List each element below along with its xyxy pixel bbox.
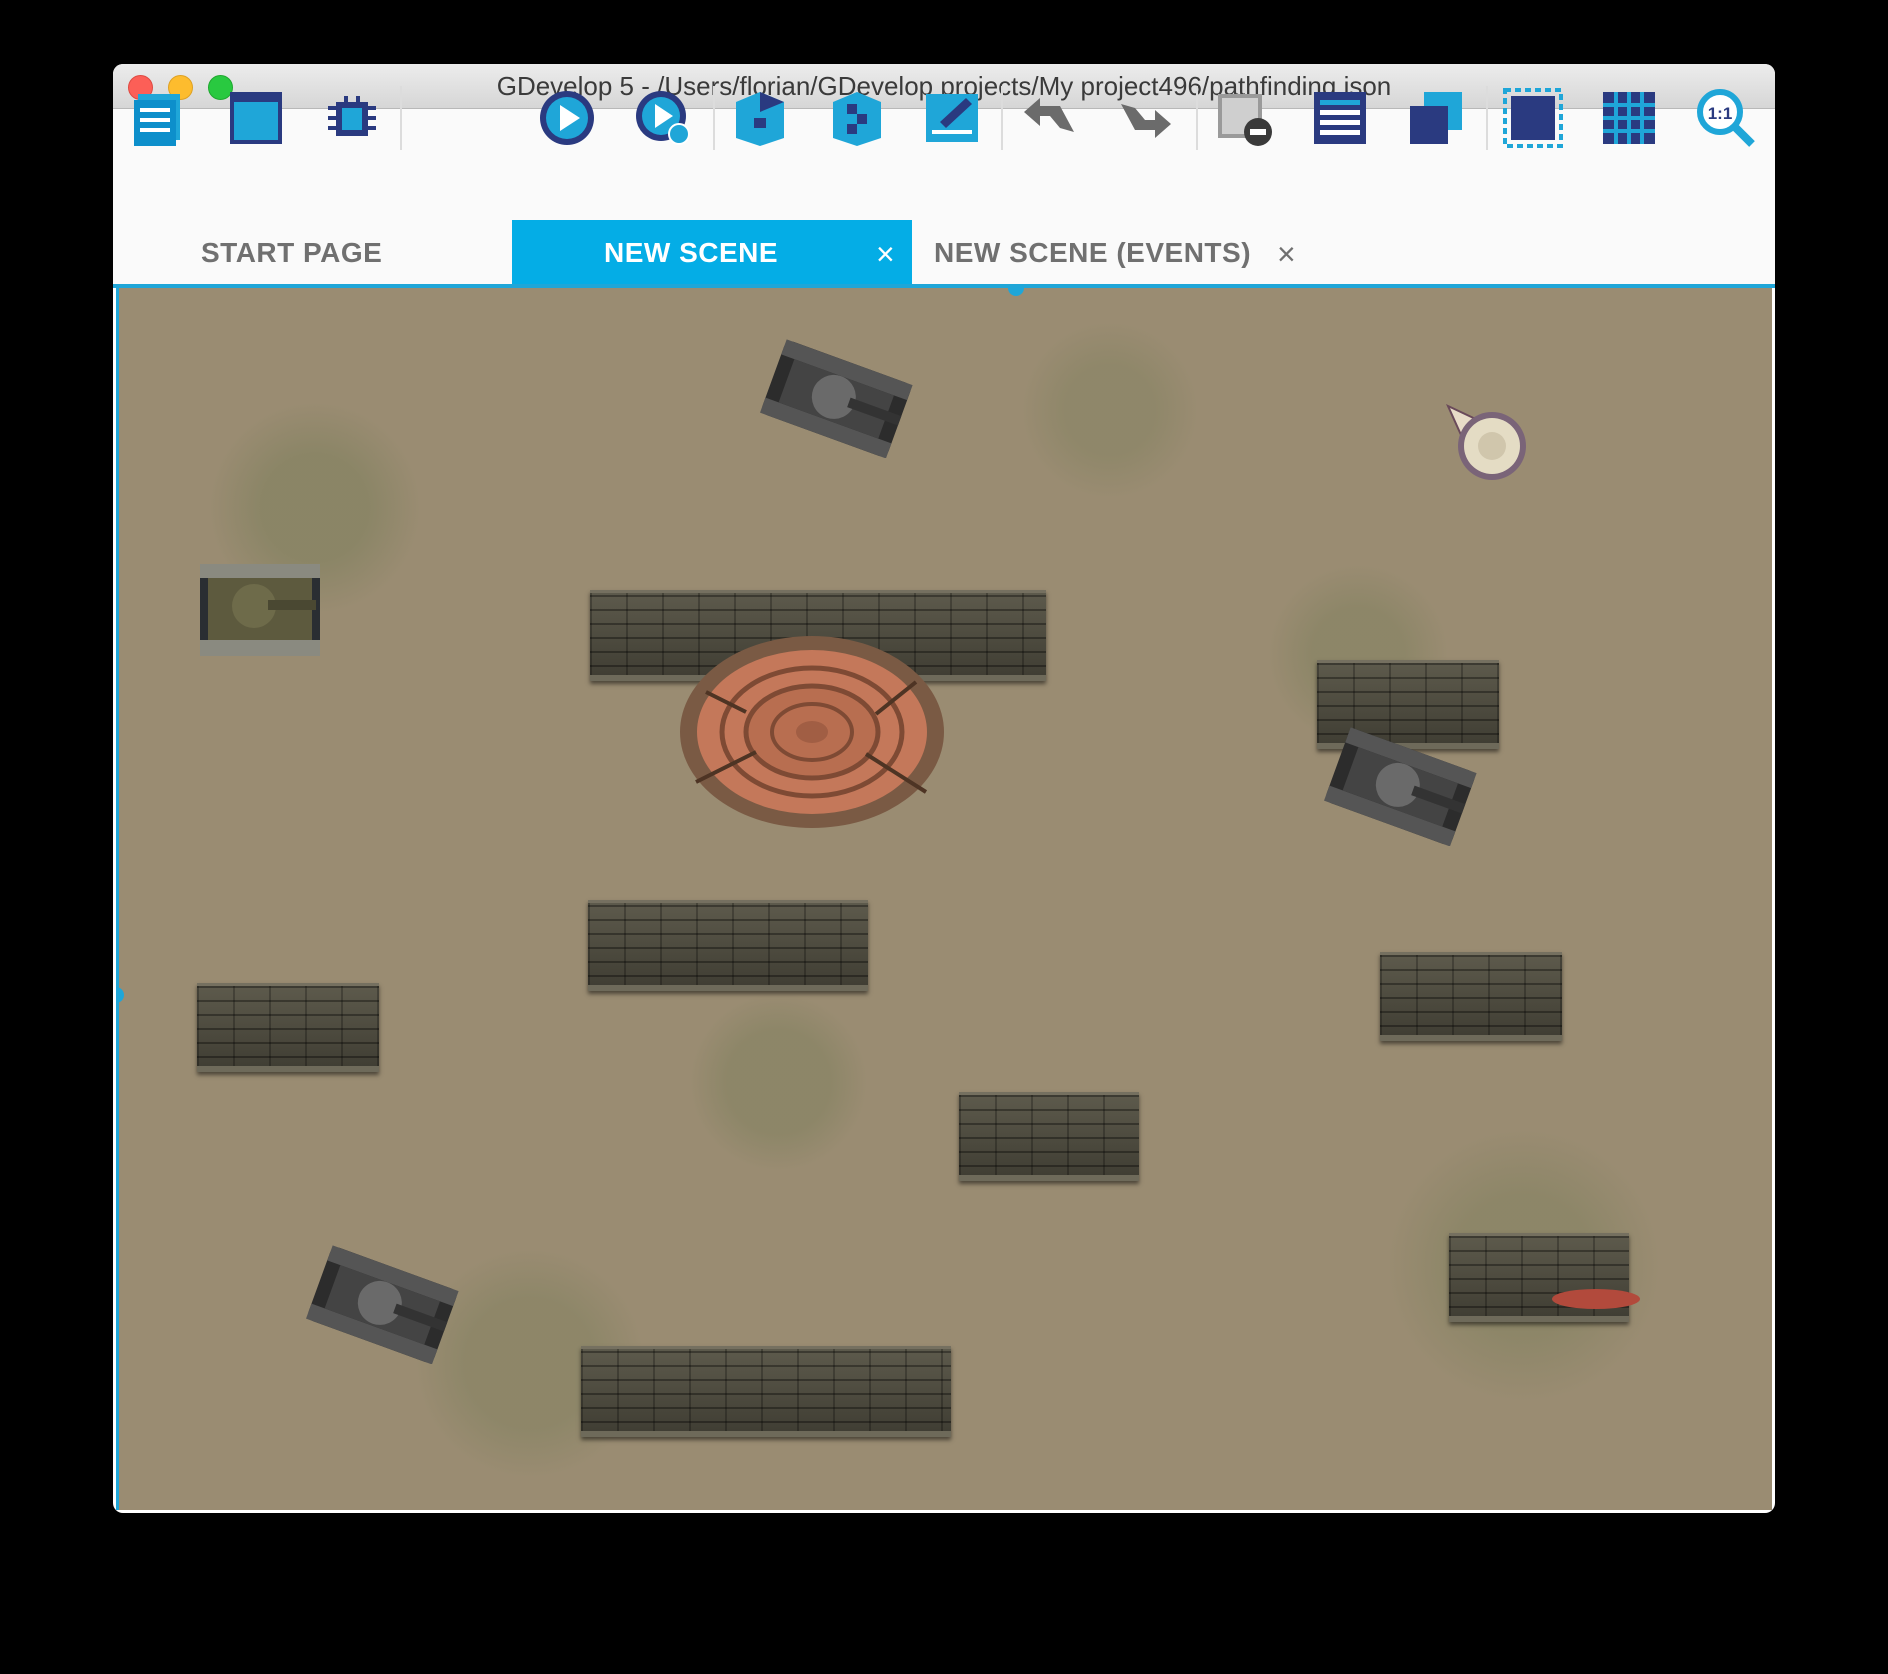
pointer-cursor[interactable] — [1442, 400, 1532, 486]
delete-icon[interactable] — [1214, 88, 1274, 148]
close-icon[interactable]: × — [876, 221, 895, 287]
project-manager-icon[interactable] — [130, 88, 190, 148]
object-groups-icon[interactable] — [827, 88, 887, 148]
tank-gray[interactable] — [754, 336, 920, 458]
resize-handle[interactable] — [1008, 288, 1024, 296]
tab-events-label: NEW SCENE (EVENTS) — [934, 237, 1252, 268]
svg-text:1:1: 1:1 — [1708, 104, 1733, 123]
window-mask-icon[interactable] — [1503, 88, 1563, 148]
close-icon[interactable]: × — [1277, 221, 1296, 285]
debugger-icon[interactable] — [322, 88, 382, 148]
zoom-reset-icon[interactable]: 1:1 — [1696, 88, 1756, 148]
toolbar-separator — [1001, 86, 1003, 150]
red-marker[interactable] — [1551, 1288, 1641, 1310]
wall[interactable] — [588, 900, 868, 991]
properties-icon[interactable] — [922, 88, 982, 148]
network-preview-icon[interactable] — [633, 88, 693, 148]
resize-handle[interactable] — [116, 987, 124, 1003]
scene-canvas[interactable] — [116, 288, 1772, 1510]
wall[interactable] — [581, 1346, 951, 1437]
redo-icon[interactable] — [1115, 88, 1175, 148]
object-icon[interactable] — [730, 88, 790, 148]
toolbar-separator — [400, 86, 402, 150]
scene-window-icon[interactable] — [226, 88, 286, 148]
toolbar-separator — [1196, 86, 1198, 150]
tank-gray[interactable] — [1318, 724, 1484, 846]
tank-gray[interactable] — [300, 1242, 466, 1364]
grid-icon[interactable] — [1599, 88, 1659, 148]
tab-start-page[interactable]: START PAGE — [201, 220, 382, 284]
tab-bar: START PAGE NEW SCENE × NEW SCENE (EVENTS… — [113, 220, 1775, 288]
wall[interactable] — [197, 983, 379, 1072]
undo-icon[interactable] — [1020, 88, 1080, 148]
tab-new-scene[interactable]: NEW SCENE × — [512, 220, 912, 284]
wall[interactable] — [959, 1092, 1139, 1181]
tank-green[interactable] — [198, 560, 322, 660]
instances-list-icon[interactable] — [1310, 88, 1370, 148]
toolbar-separator — [713, 86, 715, 150]
preview-icon[interactable] — [537, 88, 597, 148]
toolbar-separator — [1486, 86, 1488, 150]
layers-icon[interactable] — [1406, 88, 1466, 148]
tab-start-label: START PAGE — [201, 237, 383, 268]
scene-boundary — [116, 288, 119, 1510]
stone-crater[interactable] — [676, 632, 948, 832]
wall[interactable] — [1380, 952, 1562, 1041]
tab-new-scene-events[interactable]: NEW SCENE (EVENTS) — [934, 220, 1251, 284]
tab-scene-label: NEW SCENE — [604, 237, 779, 268]
app-window: GDevelop 5 - /Users/florian/GDevelop pro… — [113, 64, 1775, 1513]
